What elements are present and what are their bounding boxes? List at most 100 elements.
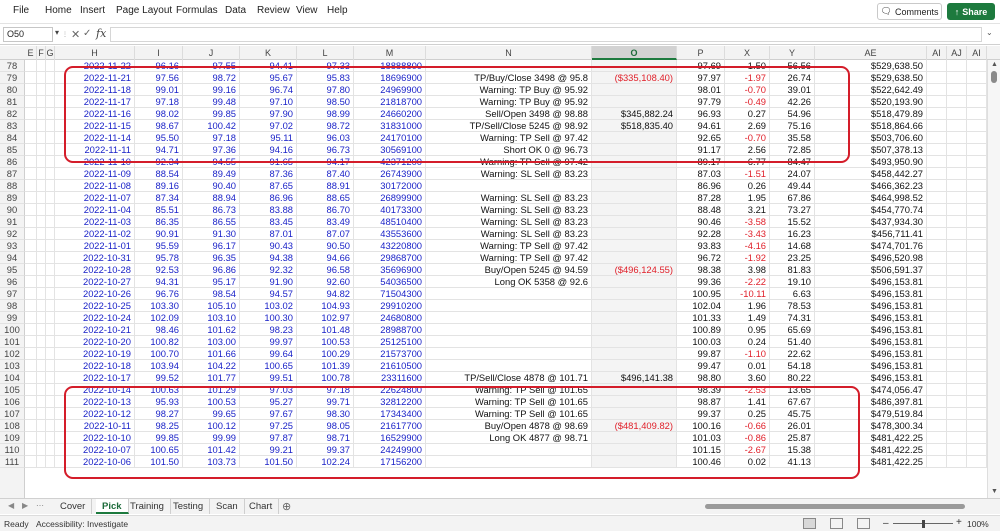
cell-y[interactable]: 6.63 bbox=[770, 288, 815, 300]
cell-p[interactable]: 92.28 bbox=[677, 228, 725, 240]
cell-low[interactable]: 83.88 bbox=[240, 204, 297, 216]
cell-close[interactable]: 83.49 bbox=[297, 216, 354, 228]
cell-p[interactable]: 99.36 bbox=[677, 276, 725, 288]
cell-equity[interactable]: $474,701.76 bbox=[815, 240, 927, 252]
cell-signal[interactable]: Warning: TP Sell @ 101.65 bbox=[426, 396, 592, 408]
cell-p[interactable]: 92.65 bbox=[677, 132, 725, 144]
cell-empty[interactable] bbox=[46, 420, 55, 432]
cell-date[interactable]: 2022-10-31 bbox=[55, 252, 135, 264]
cell-date[interactable]: 2022-11-11 bbox=[55, 144, 135, 156]
cell-empty[interactable] bbox=[25, 96, 37, 108]
cell-open[interactable]: 99.52 bbox=[135, 372, 183, 384]
cell-high[interactable]: 88.94 bbox=[183, 192, 240, 204]
cell-volume[interactable]: 43220800 bbox=[354, 240, 426, 252]
cell-high[interactable]: 96.86 bbox=[183, 264, 240, 276]
cell-high[interactable]: 103.00 bbox=[183, 336, 240, 348]
cell-date[interactable]: 2022-10-10 bbox=[55, 432, 135, 444]
cell-close[interactable]: 98.72 bbox=[297, 120, 354, 132]
cell-equity[interactable]: $496,153.81 bbox=[815, 288, 927, 300]
cell-signal[interactable] bbox=[426, 348, 592, 360]
cell-equity[interactable]: $496,153.81 bbox=[815, 360, 927, 372]
cell-empty[interactable] bbox=[967, 72, 987, 84]
cell-close[interactable]: 100.29 bbox=[297, 348, 354, 360]
cell-equity[interactable]: $529,638.50 bbox=[815, 72, 927, 84]
cell-pnl[interactable] bbox=[592, 204, 677, 216]
cell-high[interactable]: 99.16 bbox=[183, 84, 240, 96]
cell-equity[interactable]: $496,153.81 bbox=[815, 276, 927, 288]
cell-signal[interactable] bbox=[426, 444, 592, 456]
cell-equity[interactable]: $479,519.84 bbox=[815, 408, 927, 420]
cell-empty[interactable] bbox=[947, 180, 967, 192]
page-layout-view-icon[interactable] bbox=[830, 518, 843, 529]
column-header-n[interactable]: N bbox=[426, 46, 592, 60]
cell-empty[interactable] bbox=[967, 348, 987, 360]
cell-high[interactable]: 95.17 bbox=[183, 276, 240, 288]
zoom-out-icon[interactable]: – bbox=[883, 518, 889, 529]
cell-low[interactable]: 97.10 bbox=[240, 96, 297, 108]
cell-empty[interactable] bbox=[37, 216, 46, 228]
cell-signal[interactable]: TP/Sell/Close 5245 @ 98.92 bbox=[426, 120, 592, 132]
cell-signal[interactable] bbox=[426, 312, 592, 324]
cell-high[interactable]: 100.42 bbox=[183, 120, 240, 132]
menu-insert[interactable]: Insert bbox=[80, 5, 105, 16]
zoom-level[interactable]: 100% bbox=[967, 519, 989, 529]
page-break-view-icon[interactable] bbox=[857, 518, 870, 529]
cell-high[interactable]: 103.73 bbox=[183, 456, 240, 468]
cell-y[interactable]: 84.47 bbox=[770, 156, 815, 168]
cell-volume[interactable]: 21573700 bbox=[354, 348, 426, 360]
cell-date[interactable]: 2022-11-03 bbox=[55, 216, 135, 228]
row-header[interactable]: 78 bbox=[0, 60, 25, 72]
cell-p[interactable]: 101.33 bbox=[677, 312, 725, 324]
cell-empty[interactable] bbox=[947, 432, 967, 444]
cell-pnl[interactable] bbox=[592, 408, 677, 420]
cell-empty[interactable] bbox=[46, 336, 55, 348]
cell-p[interactable]: 100.46 bbox=[677, 456, 725, 468]
cell-equity[interactable]: $464,998.52 bbox=[815, 192, 927, 204]
cell-empty[interactable] bbox=[947, 156, 967, 168]
cell-empty[interactable] bbox=[947, 108, 967, 120]
cell-y[interactable]: 75.16 bbox=[770, 120, 815, 132]
cell-empty[interactable] bbox=[927, 132, 947, 144]
cell-empty[interactable] bbox=[25, 144, 37, 156]
comments-button[interactable]: 🗨 Comments bbox=[877, 3, 942, 20]
cell-equity[interactable]: $518,864.66 bbox=[815, 120, 927, 132]
cell-open[interactable]: 95.59 bbox=[135, 240, 183, 252]
cell-volume[interactable]: 21818700 bbox=[354, 96, 426, 108]
cell-p[interactable]: 93.83 bbox=[677, 240, 725, 252]
cell-y[interactable]: 15.38 bbox=[770, 444, 815, 456]
cancel-icon[interactable]: ✕ bbox=[71, 28, 80, 41]
cell-signal[interactable] bbox=[426, 336, 592, 348]
cell-volume[interactable]: 26743900 bbox=[354, 168, 426, 180]
cell-empty[interactable] bbox=[46, 432, 55, 444]
cell-low[interactable]: 100.65 bbox=[240, 360, 297, 372]
cell-pnl[interactable] bbox=[592, 348, 677, 360]
cell-low[interactable]: 91.90 bbox=[240, 276, 297, 288]
cell-pnl[interactable]: $496,141.38 bbox=[592, 372, 677, 384]
cell-empty[interactable] bbox=[947, 408, 967, 420]
row-header[interactable]: 89 bbox=[0, 192, 25, 204]
cell-p[interactable]: 94.61 bbox=[677, 120, 725, 132]
cell-pnl[interactable] bbox=[592, 300, 677, 312]
cell-close[interactable]: 97.18 bbox=[297, 384, 354, 396]
cell-empty[interactable] bbox=[37, 336, 46, 348]
cell-p[interactable]: 97.79 bbox=[677, 96, 725, 108]
cell-p[interactable]: 89.17 bbox=[677, 156, 725, 168]
cell-date[interactable]: 2022-11-04 bbox=[55, 204, 135, 216]
cell-empty[interactable] bbox=[947, 300, 967, 312]
cell-pnl[interactable] bbox=[592, 276, 677, 288]
cell-empty[interactable] bbox=[25, 180, 37, 192]
cell-empty[interactable] bbox=[25, 372, 37, 384]
cell-volume[interactable]: 18696900 bbox=[354, 72, 426, 84]
cell-volume[interactable]: 29868700 bbox=[354, 252, 426, 264]
horizontal-scrollbar[interactable] bbox=[685, 502, 985, 511]
cell-empty[interactable] bbox=[927, 372, 947, 384]
cell-empty[interactable] bbox=[46, 348, 55, 360]
name-box[interactable]: O50 bbox=[3, 27, 53, 42]
cell-open[interactable]: 88.54 bbox=[135, 168, 183, 180]
cell-high[interactable]: 98.72 bbox=[183, 72, 240, 84]
cell-date[interactable]: 2022-10-13 bbox=[55, 396, 135, 408]
cell-empty[interactable] bbox=[947, 96, 967, 108]
cell-empty[interactable] bbox=[25, 192, 37, 204]
cell-close[interactable]: 96.73 bbox=[297, 144, 354, 156]
cell-open[interactable]: 95.78 bbox=[135, 252, 183, 264]
